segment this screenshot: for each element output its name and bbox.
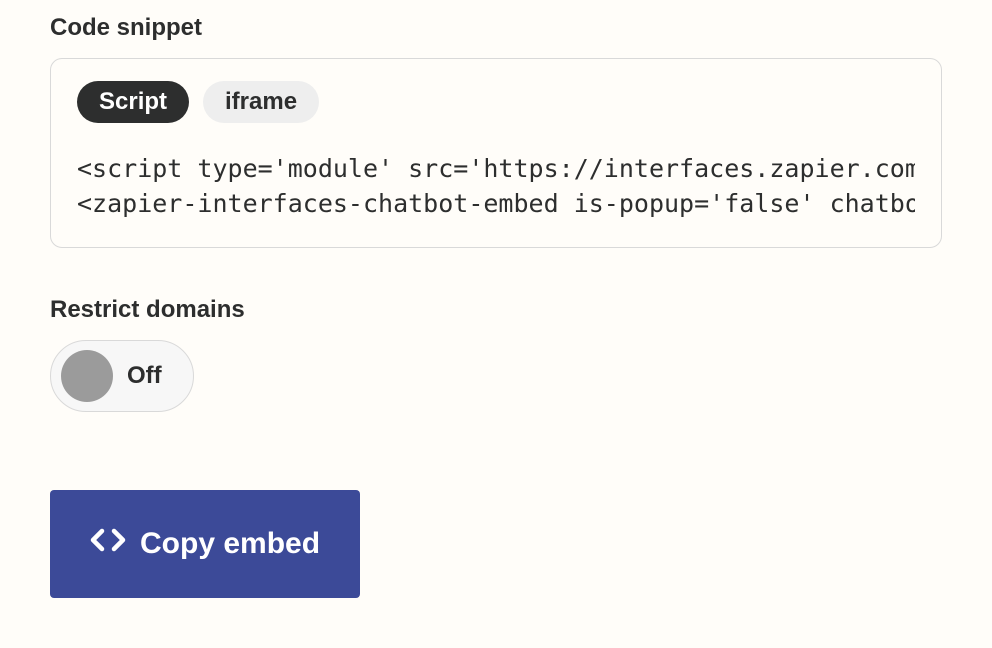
tab-iframe[interactable]: iframe	[203, 81, 319, 123]
code-snippet-label: Code snippet	[50, 14, 942, 42]
code-line-2: <zapier-interfaces-chatbot-embed is-popu…	[77, 189, 915, 218]
toggle-knob	[61, 350, 113, 402]
toggle-state-label: Off	[127, 362, 162, 390]
code-snippet-section: Code snippet Script iframe <script type=…	[50, 14, 942, 248]
restrict-domains-label: Restrict domains	[50, 296, 942, 324]
code-icon	[90, 522, 126, 566]
code-line-1: <script type='module' src='https://inter…	[77, 154, 915, 183]
restrict-domains-section: Restrict domains Off	[50, 296, 942, 412]
copy-embed-label: Copy embed	[140, 527, 320, 561]
restrict-domains-toggle[interactable]: Off	[50, 340, 194, 412]
copy-embed-button[interactable]: Copy embed	[50, 490, 360, 598]
code-tab-row: Script iframe	[77, 81, 915, 123]
code-block[interactable]: <script type='module' src='https://inter…	[77, 151, 915, 221]
code-snippet-card: Script iframe <script type='module' src=…	[50, 58, 942, 248]
tab-script[interactable]: Script	[77, 81, 189, 123]
